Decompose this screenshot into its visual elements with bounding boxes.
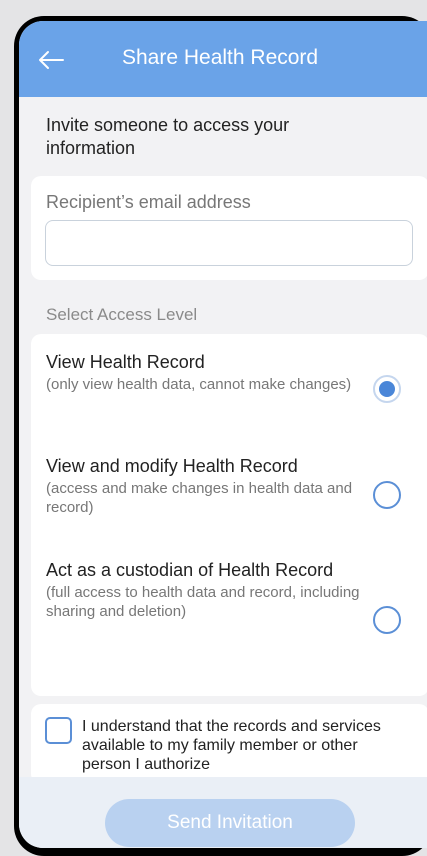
option-title: View Health Record xyxy=(46,352,205,372)
page-title: Share Health Record xyxy=(122,46,319,69)
option-description: (full access to health data and record, … xyxy=(46,584,360,620)
email-label: Recipient’s email address xyxy=(46,192,251,212)
access-option-view[interactable]: View Health Record (only view health dat… xyxy=(46,351,376,394)
footer-bar: Send Invitation xyxy=(19,777,427,848)
option-description: (access and make changes in health data … xyxy=(46,480,353,516)
intro-text: Invite someone to access your informatio… xyxy=(46,115,290,158)
option-title: View and modify Health Record xyxy=(46,456,298,476)
consent-checkbox[interactable] xyxy=(45,717,72,744)
access-option-custodian[interactable]: Act as a custodian of Health Record (ful… xyxy=(46,559,376,621)
app-header: Share Health Record xyxy=(19,21,427,97)
radio-selected-dot xyxy=(379,381,395,397)
back-button[interactable] xyxy=(33,43,69,77)
option-title: Act as a custodian of Health Record xyxy=(46,560,334,580)
radio-view-health-record[interactable] xyxy=(373,375,401,403)
arrow-left-icon xyxy=(39,51,64,69)
access-level-label: Select Access Level xyxy=(46,305,198,324)
consent-text: I understand that the records and servic… xyxy=(82,718,381,773)
recipient-email-input[interactable] xyxy=(45,220,413,266)
option-description: (only view health data, cannot make chan… xyxy=(46,376,352,393)
radio-view-modify-health-record[interactable] xyxy=(373,481,401,509)
send-invitation-button[interactable]: Send Invitation xyxy=(105,799,355,847)
radio-custodian-health-record[interactable] xyxy=(373,606,401,634)
consent-card: I understand that the records and servic… xyxy=(31,704,427,784)
access-option-modify[interactable]: View and modify Health Record (access an… xyxy=(46,455,376,517)
app-screen: Share Health Record Invite someone to ac… xyxy=(19,21,427,848)
